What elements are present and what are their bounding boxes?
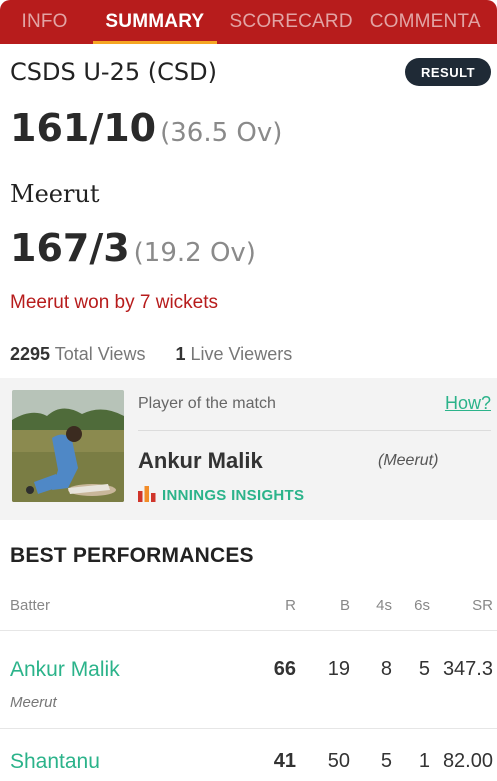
- view-stats: 2295 Total Views 1 Live Viewers: [10, 344, 322, 365]
- team1-runs: 161/10: [10, 106, 157, 150]
- batter-balls: 50: [327, 750, 350, 772]
- match-result-text: Meerut won by 7 wickets: [10, 292, 219, 313]
- table-divider: [0, 728, 497, 729]
- team1-overs: (36.5 Ov): [160, 118, 283, 148]
- bar-chart-icon: [138, 484, 156, 507]
- batter-name[interactable]: Shantanu: [10, 750, 100, 774]
- batter-runs: 66: [273, 658, 296, 680]
- potm-divider: [138, 430, 491, 431]
- tab-bar: INFO SUMMARY SCORECARD COMMENTA: [0, 0, 497, 44]
- team2-score: 167/3 (19.2 Ov): [10, 226, 256, 270]
- header-balls: B: [339, 597, 350, 614]
- tab-commentary[interactable]: COMMENTA: [362, 0, 497, 44]
- team2-runs: 167/3: [10, 226, 130, 270]
- tab-summary[interactable]: SUMMARY: [89, 0, 220, 44]
- team1-score: 161/10 (36.5 Ov): [10, 106, 282, 150]
- batter-fours: 8: [380, 658, 392, 680]
- total-views-count: 2295: [10, 344, 51, 364]
- live-viewers: 1 Live Viewers: [175, 344, 292, 365]
- innings-insights-label: INNINGS INSIGHTS: [162, 487, 305, 504]
- total-views-label: Total Views: [54, 344, 146, 364]
- innings-insights-link[interactable]: INNINGS INSIGHTS: [138, 484, 304, 507]
- potm-player-name[interactable]: Ankur Malik: [138, 448, 263, 474]
- table-row[interactable]: Ankur Malik Meerut 66 19 8 5 347.3: [10, 658, 497, 718]
- potm-player-team: (Meerut): [378, 452, 439, 469]
- tab-info[interactable]: INFO: [0, 0, 89, 44]
- result-badge: RESULT: [405, 58, 491, 86]
- how-link[interactable]: How?: [445, 393, 491, 414]
- header-strike-rate: SR: [472, 597, 493, 614]
- batter-fours: 5: [380, 750, 392, 772]
- potm-label: Player of the match: [138, 395, 276, 412]
- batter-strike-rate: 82.00: [442, 750, 493, 772]
- best-performances-title: BEST PERFORMANCES: [10, 544, 254, 567]
- team2-overs: (19.2 Ov): [133, 238, 256, 268]
- batter-runs: 41: [273, 750, 296, 772]
- batter-sixes: 1: [418, 750, 430, 772]
- tab-scorecard[interactable]: SCORECARD: [221, 0, 362, 44]
- header-fours: 4s: [376, 597, 392, 614]
- total-views: 2295 Total Views: [10, 344, 145, 365]
- batter-name[interactable]: Ankur Malik: [10, 658, 120, 682]
- header-sixes: 6s: [414, 597, 430, 614]
- batter-sixes: 5: [418, 658, 430, 680]
- performance-table-header: Batter R B 4s 6s SR: [10, 597, 497, 617]
- team2-name: Meerut: [10, 180, 100, 208]
- player-photo: [12, 390, 124, 502]
- table-row[interactable]: Shantanu 41 50 5 1 82.00: [10, 750, 497, 780]
- batter-team: Meerut: [10, 694, 57, 711]
- player-of-match-card[interactable]: Player of the match How? Ankur Malik (Me…: [0, 378, 497, 520]
- team1-name: CSDS U-25 (CSD): [10, 58, 217, 86]
- batter-strike-rate: 347.3: [442, 658, 493, 680]
- header-runs: R: [285, 597, 296, 614]
- live-viewers-count: 1: [175, 344, 186, 364]
- batter-balls: 19: [327, 658, 350, 680]
- header-batter: Batter: [10, 597, 51, 614]
- table-divider: [0, 630, 497, 631]
- live-viewers-label: Live Viewers: [190, 344, 293, 364]
